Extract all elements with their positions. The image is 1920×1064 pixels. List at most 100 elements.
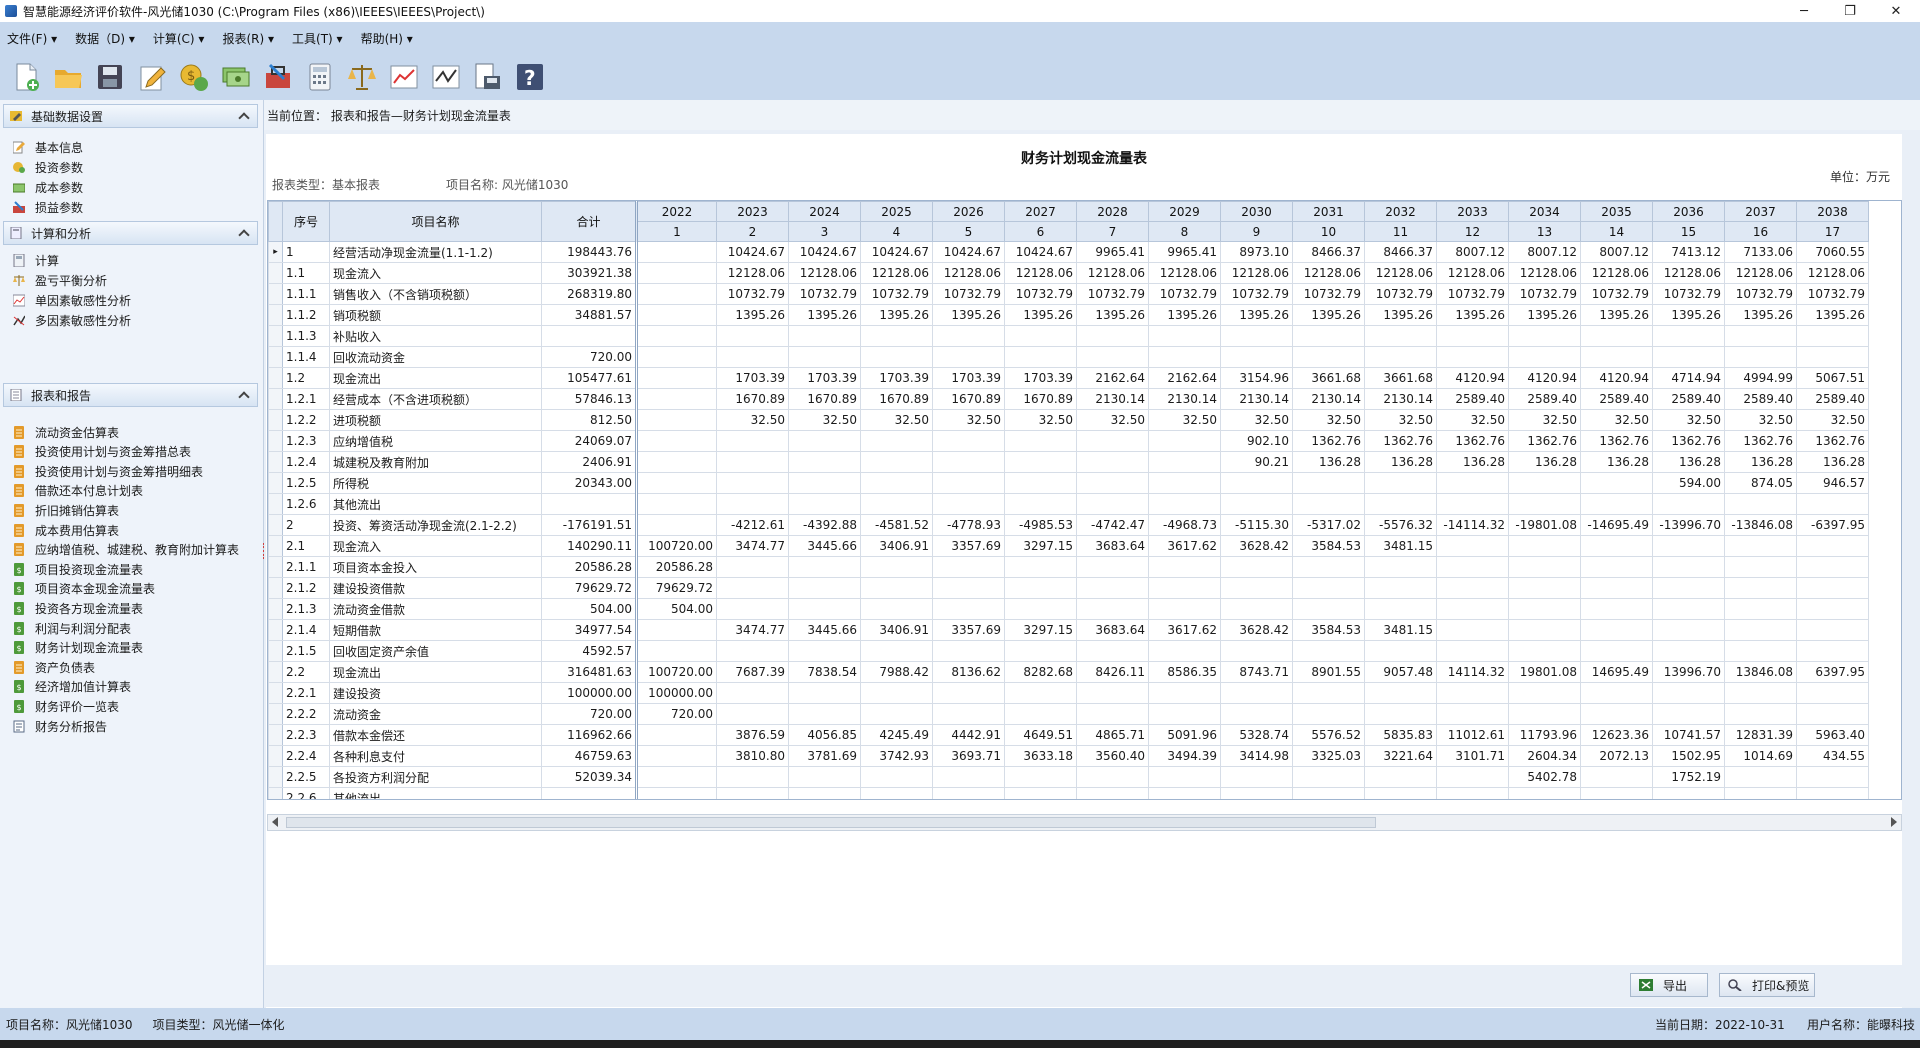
cell-name[interactable]: 项目资本金投入: [329, 556, 542, 578]
cell-value[interactable]: 32.50: [1796, 409, 1869, 431]
horizontal-scrollbar[interactable]: [267, 814, 1902, 831]
menu-report[interactable]: 报表(R) ▾: [222, 30, 274, 47]
cell-value[interactable]: [1436, 787, 1509, 799]
cell-value[interactable]: 1670.89: [1004, 388, 1077, 410]
cell-value[interactable]: [788, 682, 861, 704]
cell-value[interactable]: [1508, 640, 1581, 662]
cell-value[interactable]: [1724, 577, 1797, 599]
row-selector[interactable]: [268, 262, 283, 284]
nav-report-3[interactable]: 投资使用计划与资金筹措明细表: [13, 461, 203, 481]
cell-value[interactable]: [1364, 493, 1437, 515]
cell-value[interactable]: 12128.06: [1004, 262, 1077, 284]
cell-value[interactable]: 1395.26: [1796, 304, 1869, 326]
cell-value[interactable]: [1436, 598, 1509, 620]
cell-total[interactable]: 34977.54: [541, 619, 638, 641]
cell-value[interactable]: 19801.08: [1508, 661, 1581, 683]
cell-value[interactable]: [1004, 451, 1077, 473]
cell-value[interactable]: [1292, 787, 1365, 799]
cell-value[interactable]: -13846.08: [1724, 514, 1797, 536]
cell-value[interactable]: [1652, 682, 1725, 704]
cell-value[interactable]: 7988.42: [860, 661, 933, 683]
cell-value[interactable]: 11012.61: [1436, 724, 1509, 746]
cell-value[interactable]: 10424.67: [860, 241, 933, 263]
cell-value[interactable]: [1796, 493, 1869, 515]
cell-name[interactable]: 销售收入（不含销项税额）: [329, 283, 542, 305]
cell-value[interactable]: [1148, 682, 1221, 704]
cell-value[interactable]: 9965.41: [1076, 241, 1149, 263]
cell-value[interactable]: [860, 451, 933, 473]
cell-value[interactable]: 32.50: [716, 409, 789, 431]
cell-seq[interactable]: 2.2.3: [282, 724, 330, 746]
cell-value[interactable]: [932, 325, 1005, 347]
money-icon[interactable]: $: [175, 59, 212, 95]
cell-value[interactable]: 1752.19: [1652, 766, 1725, 788]
cell-name[interactable]: 投资、筹资活动净现金流(2.1-2.2): [329, 514, 542, 536]
cell-value[interactable]: [1076, 682, 1149, 704]
cell-total[interactable]: 105477.61: [541, 367, 638, 389]
cell-value[interactable]: 8901.55: [1292, 661, 1365, 683]
cell-name[interactable]: 补贴收入: [329, 325, 542, 347]
table-row[interactable]: 2.2.2 流动资金 720.00 720.00: [268, 703, 1869, 725]
cell-total[interactable]: 20586.28: [541, 556, 638, 578]
cell-value[interactable]: [1292, 493, 1365, 515]
cell-value[interactable]: 4120.94: [1436, 367, 1509, 389]
nav-calculate[interactable]: 计算: [13, 250, 59, 270]
cell-value[interactable]: 3693.71: [932, 745, 1005, 767]
cell-value[interactable]: [636, 262, 717, 284]
cell-value[interactable]: [1148, 493, 1221, 515]
cell-value[interactable]: 20586.28: [636, 556, 717, 578]
cell-value[interactable]: [1076, 556, 1149, 578]
cell-value[interactable]: 7838.54: [788, 661, 861, 683]
cell-value[interactable]: 4865.71: [1076, 724, 1149, 746]
cell-value[interactable]: 1703.39: [932, 367, 1005, 389]
cell-value[interactable]: 10732.79: [1148, 283, 1221, 305]
cell-value[interactable]: 1703.39: [1004, 367, 1077, 389]
cell-total[interactable]: 720.00: [541, 346, 638, 368]
cell-value[interactable]: [860, 577, 933, 599]
cell-value[interactable]: [1508, 703, 1581, 725]
cell-total[interactable]: 140290.11: [541, 535, 638, 557]
cell-value[interactable]: [1724, 619, 1797, 641]
cell-value[interactable]: 3876.59: [716, 724, 789, 746]
cell-total[interactable]: 24069.07: [541, 430, 638, 452]
cell-value[interactable]: [1364, 325, 1437, 347]
cell-total[interactable]: 2406.91: [541, 451, 638, 473]
cell-value[interactable]: -19801.08: [1508, 514, 1581, 536]
cell-value[interactable]: [1796, 325, 1869, 347]
cell-name[interactable]: 经营成本（不含进项税额）: [329, 388, 542, 410]
cell-value[interactable]: [1796, 535, 1869, 557]
cell-value[interactable]: [1004, 598, 1077, 620]
cell-value[interactable]: [1580, 535, 1653, 557]
cell-value[interactable]: 2162.64: [1148, 367, 1221, 389]
cell-value[interactable]: [1364, 598, 1437, 620]
cell-value[interactable]: [716, 598, 789, 620]
cell-name[interactable]: 销项税额: [329, 304, 542, 326]
table-row[interactable]: 1.1.2 销项税额 34881.57 1395.26 1395.26 1395.26 13…: [268, 304, 1869, 326]
toolbox-icon[interactable]: [259, 59, 296, 95]
cell-value[interactable]: 8973.10: [1220, 241, 1293, 263]
cell-seq[interactable]: 1.2.2: [282, 409, 330, 431]
cell-value[interactable]: 10732.79: [1004, 283, 1077, 305]
cell-value[interactable]: 32.50: [1652, 409, 1725, 431]
cell-seq[interactable]: 1.2: [282, 367, 330, 389]
cell-value[interactable]: [1292, 640, 1365, 662]
row-selector[interactable]: [268, 283, 283, 305]
cell-value[interactable]: 1395.26: [860, 304, 933, 326]
cell-value[interactable]: 1362.76: [1436, 430, 1509, 452]
cell-value[interactable]: [1364, 472, 1437, 494]
cell-value[interactable]: [1292, 682, 1365, 704]
cell-seq[interactable]: 1.2.4: [282, 451, 330, 473]
cell-value[interactable]: 3357.69: [932, 619, 1005, 641]
edit-icon[interactable]: [133, 59, 170, 95]
cell-value[interactable]: 3617.62: [1148, 535, 1221, 557]
cell-value[interactable]: 10732.79: [716, 283, 789, 305]
cell-value[interactable]: 1395.26: [1724, 304, 1797, 326]
line-chart-icon[interactable]: [385, 59, 422, 95]
cell-value[interactable]: 2589.40: [1796, 388, 1869, 410]
cell-value[interactable]: 10732.79: [1652, 283, 1725, 305]
cell-value[interactable]: 7133.06: [1724, 241, 1797, 263]
nav-report-12[interactable]: $ 财务计划现金流量表: [13, 638, 143, 658]
cell-seq[interactable]: 2.1: [282, 535, 330, 557]
cell-value[interactable]: [1796, 577, 1869, 599]
cell-value[interactable]: [1364, 577, 1437, 599]
